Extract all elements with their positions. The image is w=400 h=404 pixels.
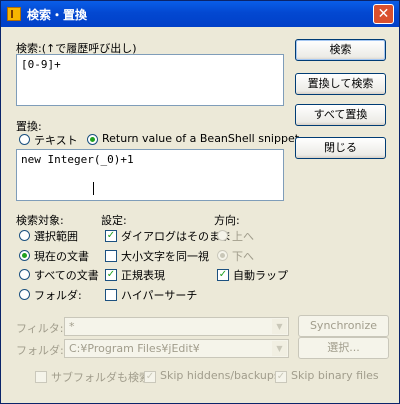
close-window-button[interactable]: ✕	[373, 4, 394, 24]
replace-and-find-button[interactable]: 置換して検索	[295, 73, 386, 95]
search-subfolders-checkbox[interactable]	[35, 371, 47, 383]
scope-selection-radio[interactable]	[19, 230, 30, 241]
filter-label: フィルタ:	[16, 322, 64, 335]
direction-up-label: 上へ	[232, 230, 254, 243]
replace-mode-text-label: テキスト	[34, 134, 78, 147]
filter-combo[interactable]: * ▼	[64, 317, 289, 336]
close-button[interactable]: 閉じる	[295, 137, 386, 159]
search-replace-dialog: 検索・置換 ✕ 検索:(↑で履歴呼び出し) [0-9]+ 置換: テキスト Re…	[0, 0, 400, 404]
ignore-case-label: 大小文字を同一視	[121, 250, 209, 263]
choose-folder-button[interactable]: 選択...	[298, 337, 389, 359]
scope-current-buffer-radio[interactable]	[19, 250, 30, 261]
jedit-app-icon	[7, 7, 21, 21]
search-subfolders-label: サブフォルダも検索	[51, 371, 150, 384]
folder-value: C:¥Program Files¥jEdit¥	[69, 342, 200, 355]
scope-all-buffers-radio[interactable]	[19, 269, 30, 280]
ignore-case-checkbox[interactable]	[105, 250, 117, 262]
title-bar[interactable]: 検索・置換 ✕	[1, 1, 399, 27]
regexp-checkbox[interactable]: ✓	[105, 269, 117, 281]
scope-selection-label: 選択範囲	[34, 230, 78, 243]
direction-down-radio[interactable]	[217, 250, 228, 261]
find-button[interactable]: 検索	[295, 39, 386, 61]
scope-directory-radio[interactable]	[19, 289, 30, 300]
settings-label: 設定:	[101, 214, 127, 227]
scope-all-buffers-label: すべての文書	[34, 269, 99, 282]
folder-label: フォルダ:	[16, 344, 64, 357]
text-cursor-icon	[93, 182, 100, 195]
filter-value: *	[69, 320, 75, 333]
keep-dialog-checkbox[interactable]: ✓	[105, 230, 117, 242]
synchronize-button[interactable]: Synchronize	[298, 315, 389, 337]
regexp-label: 正規表現	[121, 269, 165, 282]
chevron-down-icon[interactable]: ▼	[272, 341, 287, 356]
scope-current-buffer-label: 現在の文書	[34, 250, 89, 263]
auto-wrap-checkbox[interactable]: ✓	[217, 269, 229, 281]
window-title: 検索・置換	[27, 8, 88, 22]
direction-down-label: 下へ	[232, 250, 254, 263]
scope-label: 検索対象:	[16, 214, 64, 227]
direction-up-radio[interactable]	[217, 230, 228, 241]
auto-wrap-label: 自動ラップ	[233, 269, 288, 282]
replace-all-button[interactable]: すべて置換	[295, 104, 386, 126]
skip-hidden-label: Skip hiddens/backups	[160, 369, 280, 382]
replace-mode-beanshell-radio[interactable]	[87, 134, 98, 145]
replace-input[interactable]: new Integer(_0)+1	[16, 149, 284, 201]
skip-binary-checkbox[interactable]: ✓	[275, 371, 287, 383]
keep-dialog-label: ダイアログはそのまま	[121, 230, 231, 243]
replace-mode-text-radio[interactable]	[19, 134, 30, 145]
folder-combo[interactable]: C:¥Program Files¥jEdit¥ ▼	[64, 339, 289, 358]
search-input[interactable]: [0-9]+	[16, 54, 284, 106]
skip-binary-label: Skip binary files	[291, 369, 379, 382]
direction-label: 方向:	[214, 214, 240, 227]
hypersearch-label: ハイパーサーチ	[121, 289, 198, 302]
replace-mode-beanshell-label: Return value of a BeanShell snippet	[102, 132, 300, 145]
scope-directory-label: フォルダ:	[34, 289, 82, 302]
skip-hidden-checkbox[interactable]: ✓	[144, 371, 156, 383]
hypersearch-checkbox[interactable]	[105, 289, 117, 301]
chevron-down-icon[interactable]: ▼	[272, 319, 287, 334]
